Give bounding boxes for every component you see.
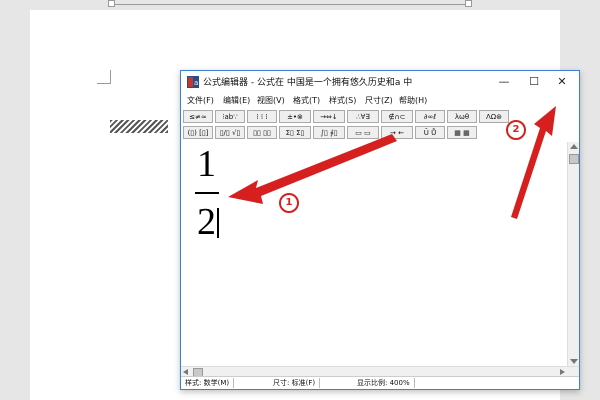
status-zoom: 显示比例: 400% bbox=[357, 378, 415, 388]
page-margin-corner bbox=[97, 70, 111, 84]
equation-editor-window: a 公式编辑器 - 公式在 中国是一个拥有悠久历史和a 中 — ☐ ✕ 文件(F… bbox=[180, 70, 580, 390]
equation-editor-app-icon: a bbox=[187, 76, 199, 88]
matrix-templates-button[interactable]: ▦ ▦ bbox=[447, 126, 477, 139]
arrows-palette-button[interactable]: →⇔↓ bbox=[313, 110, 345, 123]
integral-templates-button[interactable]: ∫▯ ∮▯ bbox=[313, 126, 345, 139]
spaces-palette-button[interactable]: ⁝ab∵ bbox=[215, 110, 245, 123]
title-bar[interactable]: a 公式编辑器 - 公式在 中国是一个拥有悠久历史和a 中 — ☐ ✕ bbox=[181, 71, 579, 93]
close-button[interactable]: ✕ bbox=[547, 71, 577, 93]
window-title: 公式编辑器 - 公式在 中国是一个拥有悠久历史和a 中 bbox=[203, 78, 413, 88]
maximize-button[interactable]: ☐ bbox=[519, 71, 549, 93]
menu-format[interactable]: 格式(T) bbox=[293, 95, 320, 106]
greek-lower-palette-button[interactable]: λωθ bbox=[447, 110, 477, 123]
embellishments-palette-button[interactable]: ⁞ ⁞ ⁞ bbox=[247, 110, 277, 123]
operators-palette-button[interactable]: ±•⊗ bbox=[279, 110, 311, 123]
scroll-right-arrow-icon[interactable] bbox=[560, 369, 565, 375]
document-ruler bbox=[0, 0, 600, 8]
fraction-denominator[interactable]: 2 bbox=[197, 200, 216, 244]
relations-palette-button[interactable]: ≤≠≈ bbox=[183, 110, 213, 123]
greek-upper-palette-button[interactable]: ΛΩ⊛ bbox=[479, 110, 509, 123]
products-templates-button[interactable]: Ū Ů bbox=[415, 126, 445, 139]
annotation-badge-2: 2 bbox=[506, 120, 526, 140]
scroll-down-arrow-icon[interactable] bbox=[570, 359, 578, 364]
summation-templates-button[interactable]: Σ▯ Σ▯ bbox=[279, 126, 311, 139]
fraction-numerator[interactable]: 1 bbox=[197, 142, 216, 186]
menu-style[interactable]: 样式(S) bbox=[329, 95, 356, 106]
fraction-radical-templates-button[interactable]: ▯/▯ √▯ bbox=[215, 126, 245, 139]
equation-editing-area[interactable]: 1 2 bbox=[183, 142, 565, 366]
script-templates-button[interactable]: ▯▯ ▯▯ bbox=[247, 126, 277, 139]
ruler-marker-left[interactable] bbox=[108, 0, 115, 7]
vertical-scroll-thumb[interactable] bbox=[569, 154, 579, 164]
selected-equation-object[interactable] bbox=[110, 120, 168, 133]
text-caret bbox=[217, 208, 219, 238]
misc-symbols-palette-button[interactable]: ∂∞ℓ bbox=[415, 110, 445, 123]
logic-palette-button[interactable]: ∴∀∃ bbox=[347, 110, 379, 123]
status-size: 尺寸: 标准(F) bbox=[273, 378, 321, 388]
menu-file[interactable]: 文件(F) bbox=[187, 95, 214, 106]
annotation-badge-1: 1 bbox=[279, 193, 299, 213]
ruler-marker-right[interactable] bbox=[465, 0, 472, 7]
ruler-line bbox=[110, 0, 470, 5]
scroll-up-arrow-icon[interactable] bbox=[570, 144, 578, 149]
labeled-arrow-templates-button[interactable]: → ← bbox=[381, 126, 413, 139]
status-bar: 样式: 数学(M) 尺寸: 标准(F) 显示比例: 400% bbox=[181, 376, 579, 389]
menu-size[interactable]: 尺寸(Z) bbox=[365, 95, 393, 106]
sets-palette-button[interactable]: ∉∩⊂ bbox=[381, 110, 413, 123]
status-style: 样式: 数学(M) bbox=[185, 378, 235, 388]
scroll-left-arrow-icon[interactable] bbox=[183, 369, 188, 375]
fence-templates-button[interactable]: (▯) [▯] bbox=[183, 126, 213, 139]
svg-text:a: a bbox=[194, 79, 198, 87]
menu-edit[interactable]: 编辑(E) bbox=[223, 95, 250, 106]
menu-help[interactable]: 帮助(H) bbox=[399, 95, 427, 106]
fraction-bar bbox=[195, 192, 219, 194]
vertical-scrollbar[interactable] bbox=[567, 142, 579, 366]
minimize-button[interactable]: — bbox=[489, 71, 519, 93]
menu-bar: 文件(F) 编辑(E) 视图(V) 格式(T) 样式(S) 尺寸(Z) 帮助(H… bbox=[181, 93, 579, 108]
underbar-overbar-templates-button[interactable]: ▭ ▭ bbox=[347, 126, 379, 139]
menu-view[interactable]: 视图(V) bbox=[257, 95, 285, 106]
